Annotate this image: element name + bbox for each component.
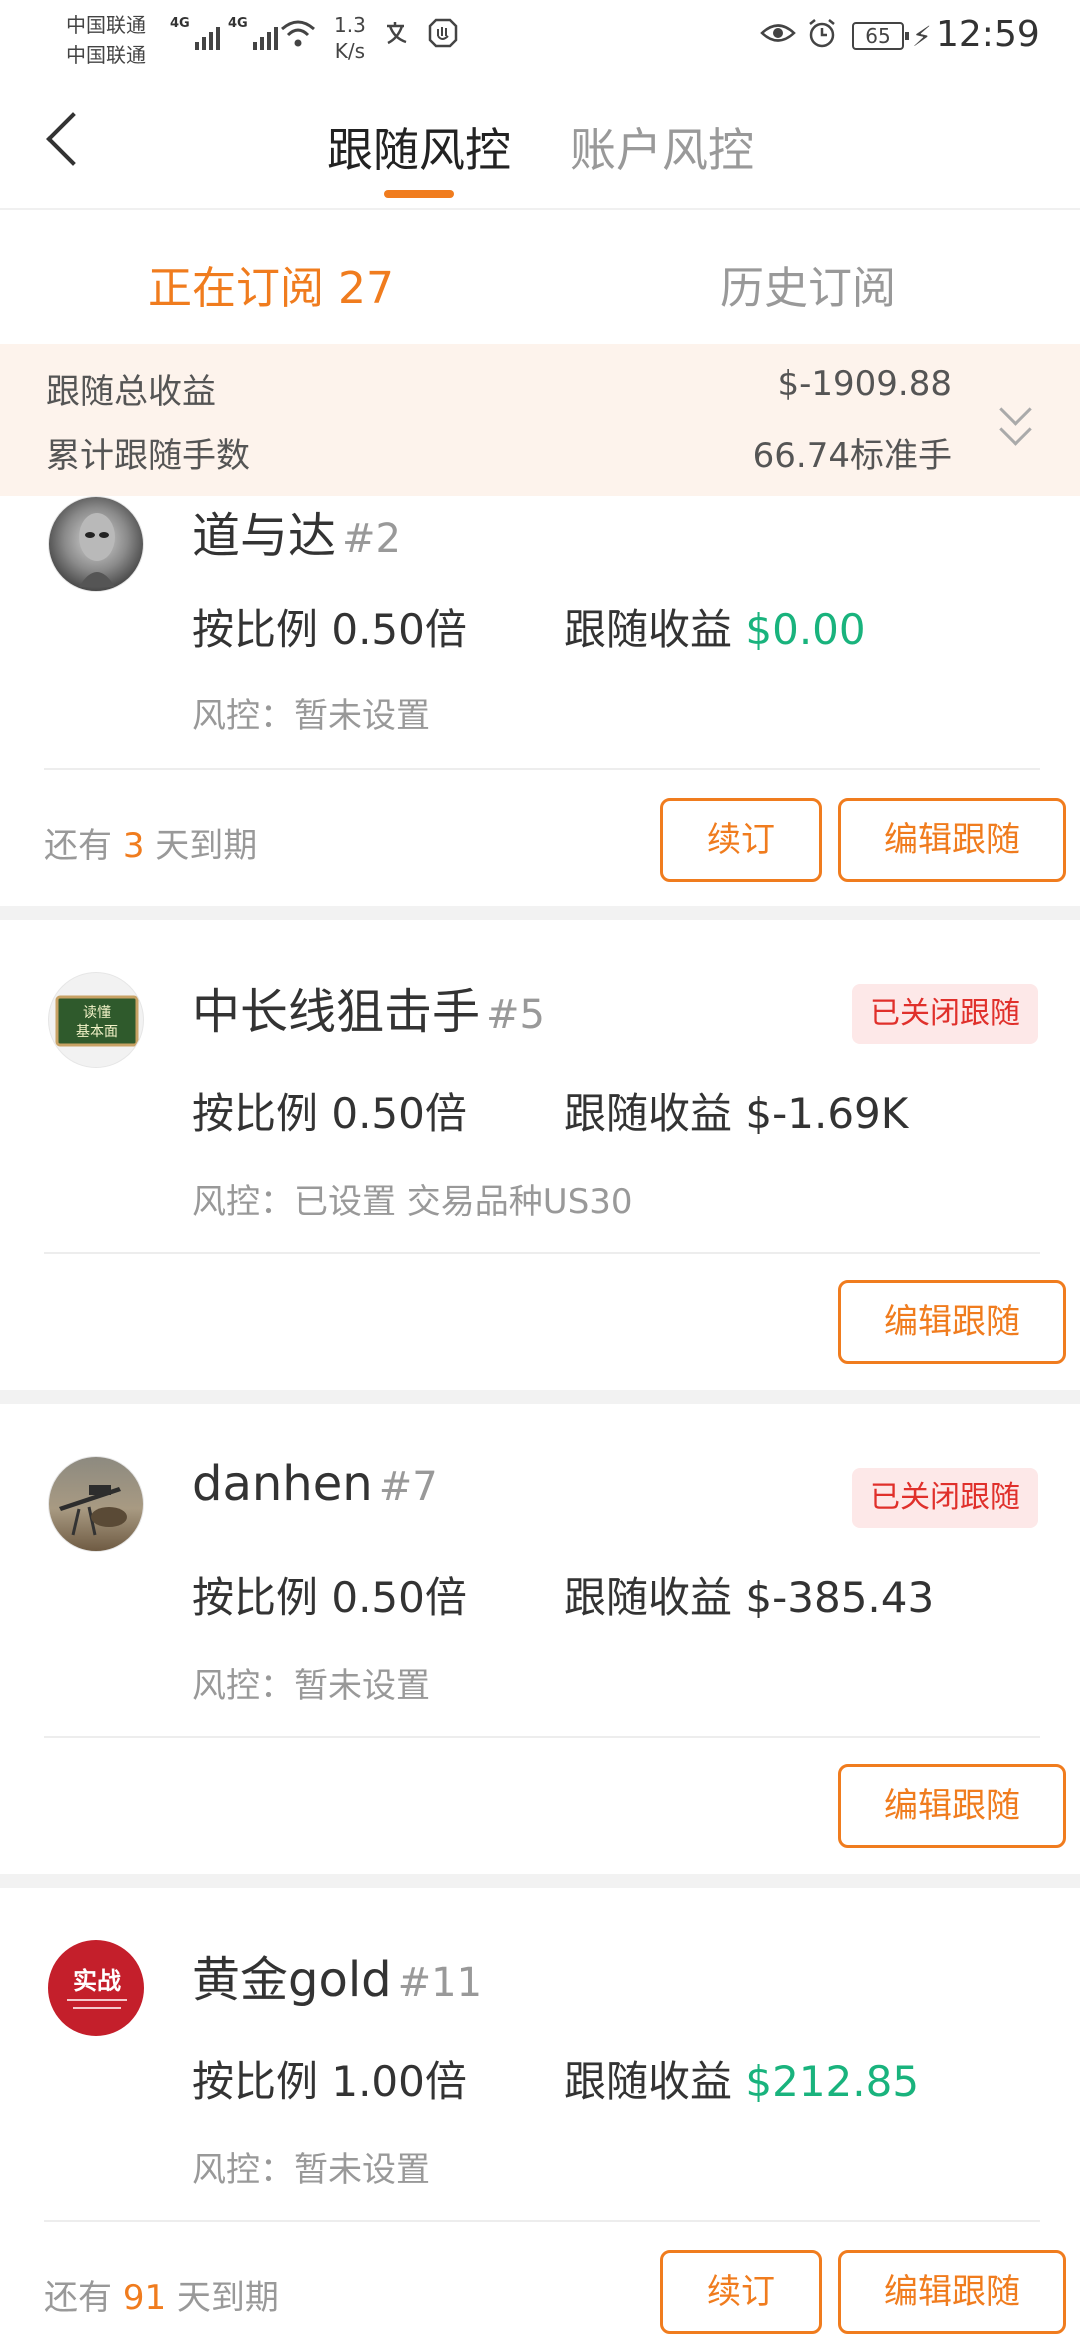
- divider: [44, 2220, 1040, 2222]
- edit-follow-button[interactable]: 编辑跟随: [838, 1280, 1066, 1364]
- follow-closed-badge: 已关闭跟随: [852, 1468, 1038, 1528]
- risk-status: 风控：暂未设置: [192, 1666, 430, 1706]
- battery-icon: 65: [852, 22, 909, 50]
- total-lots-value: 66.74标准手: [752, 436, 952, 476]
- tab-follow-risk[interactable]: 跟随风控: [327, 114, 511, 180]
- profit-value: $-385.43: [745, 1573, 935, 1622]
- card-separator: [0, 1390, 1080, 1404]
- profit-value: $0.00: [745, 605, 866, 654]
- expand-chevron-icon[interactable]: [996, 400, 1036, 440]
- follow-ratio: 按比例 0.50倍: [192, 605, 467, 654]
- follow-summary: 跟随总收益 $-1909.88 累计跟随手数 66.74标准手: [0, 344, 1080, 496]
- follow-ratio: 按比例 1.00倍: [192, 2057, 467, 2106]
- translate-icon: [384, 18, 414, 56]
- edit-follow-button[interactable]: 编辑跟随: [838, 2250, 1066, 2334]
- tab-history-subscriptions[interactable]: 历史订阅: [720, 252, 896, 316]
- trader-name[interactable]: danhen #7: [192, 1456, 438, 1512]
- divider: [44, 1736, 1040, 1738]
- profit-value: $-1.69K: [745, 1089, 909, 1138]
- carrier-2: 中国联通: [66, 43, 146, 67]
- wifi-icon: [280, 18, 316, 58]
- follow-ratio: 按比例 0.50倍: [192, 1573, 467, 1622]
- subscription-card: 道与达 #2 按比例 0.50倍 跟随收益 $0.00 风控：暂未设置 还有 3 …: [0, 496, 1080, 906]
- follow-profit: 跟随收益 $-385.43: [564, 1573, 935, 1622]
- signal-1-icon: 4G: [170, 16, 220, 50]
- signal-2-icon: 4G: [228, 16, 278, 50]
- trader-name[interactable]: 道与达 #2: [192, 496, 401, 566]
- renew-button[interactable]: 续订: [660, 798, 822, 882]
- total-lots-label: 累计跟随手数: [46, 436, 250, 476]
- expiry-note: 还有 3 天到期: [44, 826, 258, 866]
- network-speed: 1.3 K/s: [334, 13, 366, 63]
- avatar[interactable]: [48, 496, 144, 592]
- back-arrow-icon[interactable]: [38, 106, 88, 176]
- trader-name[interactable]: 黄金gold #11: [192, 1940, 482, 2010]
- avatar[interactable]: 读懂 基本面: [48, 972, 144, 1068]
- svg-text:基本面: 基本面: [76, 1023, 118, 1040]
- avatar[interactable]: 实战: [48, 1940, 144, 2036]
- edit-follow-button[interactable]: 编辑跟随: [838, 1764, 1066, 1848]
- subscription-card: danhen #7 已关闭跟随 按比例 0.50倍 跟随收益 $-385.43 风…: [0, 1404, 1080, 1874]
- profit-value: $212.85: [745, 2057, 920, 2106]
- alarm-icon: [806, 18, 838, 58]
- tab-active-subscriptions[interactable]: 正在订阅 27: [148, 252, 394, 316]
- clock: 12:59: [936, 14, 1040, 55]
- follow-profit: 跟随收益 $212.85: [564, 2057, 920, 2106]
- total-profit-label: 跟随总收益: [46, 372, 216, 412]
- app-header: 跟随风控 账户风控: [0, 78, 1080, 210]
- active-tab-indicator: [384, 190, 454, 198]
- follow-closed-badge: 已关闭跟随: [852, 984, 1038, 1044]
- edit-follow-button[interactable]: 编辑跟随: [838, 798, 1066, 882]
- follow-ratio: 按比例 0.50倍: [192, 1089, 467, 1138]
- trader-name[interactable]: 中长线狙击手 #5: [192, 972, 545, 1042]
- risk-status: 风控：已设置 交易品种US30: [192, 1182, 633, 1222]
- card-separator: [0, 906, 1080, 920]
- risk-status: 风控：暂未设置: [192, 696, 430, 736]
- divider: [44, 1252, 1040, 1254]
- shield-icon: [428, 18, 458, 56]
- tab-account-risk[interactable]: 账户风控: [570, 114, 754, 180]
- renew-button[interactable]: 续订: [660, 2250, 822, 2334]
- total-profit-value: $-1909.88: [777, 364, 953, 404]
- risk-status: 风控：暂未设置: [192, 2150, 430, 2190]
- divider: [44, 768, 1040, 770]
- svg-text:读懂: 读懂: [83, 1004, 111, 1021]
- eye-icon: [760, 18, 796, 56]
- subscription-card: 实战 黄金gold #11 按比例 1.00倍 跟随收益 $212.85 风控：暂…: [0, 1888, 1080, 2340]
- expiry-note: 还有 91 天到期: [44, 2278, 279, 2318]
- follow-profit: 跟随收益 $-1.69K: [564, 1089, 909, 1138]
- follow-profit: 跟随收益 $0.00: [564, 605, 866, 654]
- avatar[interactable]: [48, 1456, 144, 1552]
- svg-text:实战: 实战: [73, 1967, 121, 1995]
- carrier-1: 中国联通: [66, 13, 146, 37]
- carrier-labels: 中国联通 中国联通: [66, 10, 146, 70]
- subscription-card: 读懂基本面 中长线狙击手 #5 已关闭跟随 按比例 0.50倍 跟随收益 $-1.…: [0, 920, 1080, 1390]
- subscription-tabs: 正在订阅 27 历史订阅: [0, 212, 1080, 344]
- charging-icon: ⚡: [912, 20, 932, 53]
- status-bar: 中国联通 中国联通 4G 4G 1.3 K/s 65 ⚡ 12:59: [0, 0, 1080, 78]
- card-separator: [0, 1874, 1080, 1888]
